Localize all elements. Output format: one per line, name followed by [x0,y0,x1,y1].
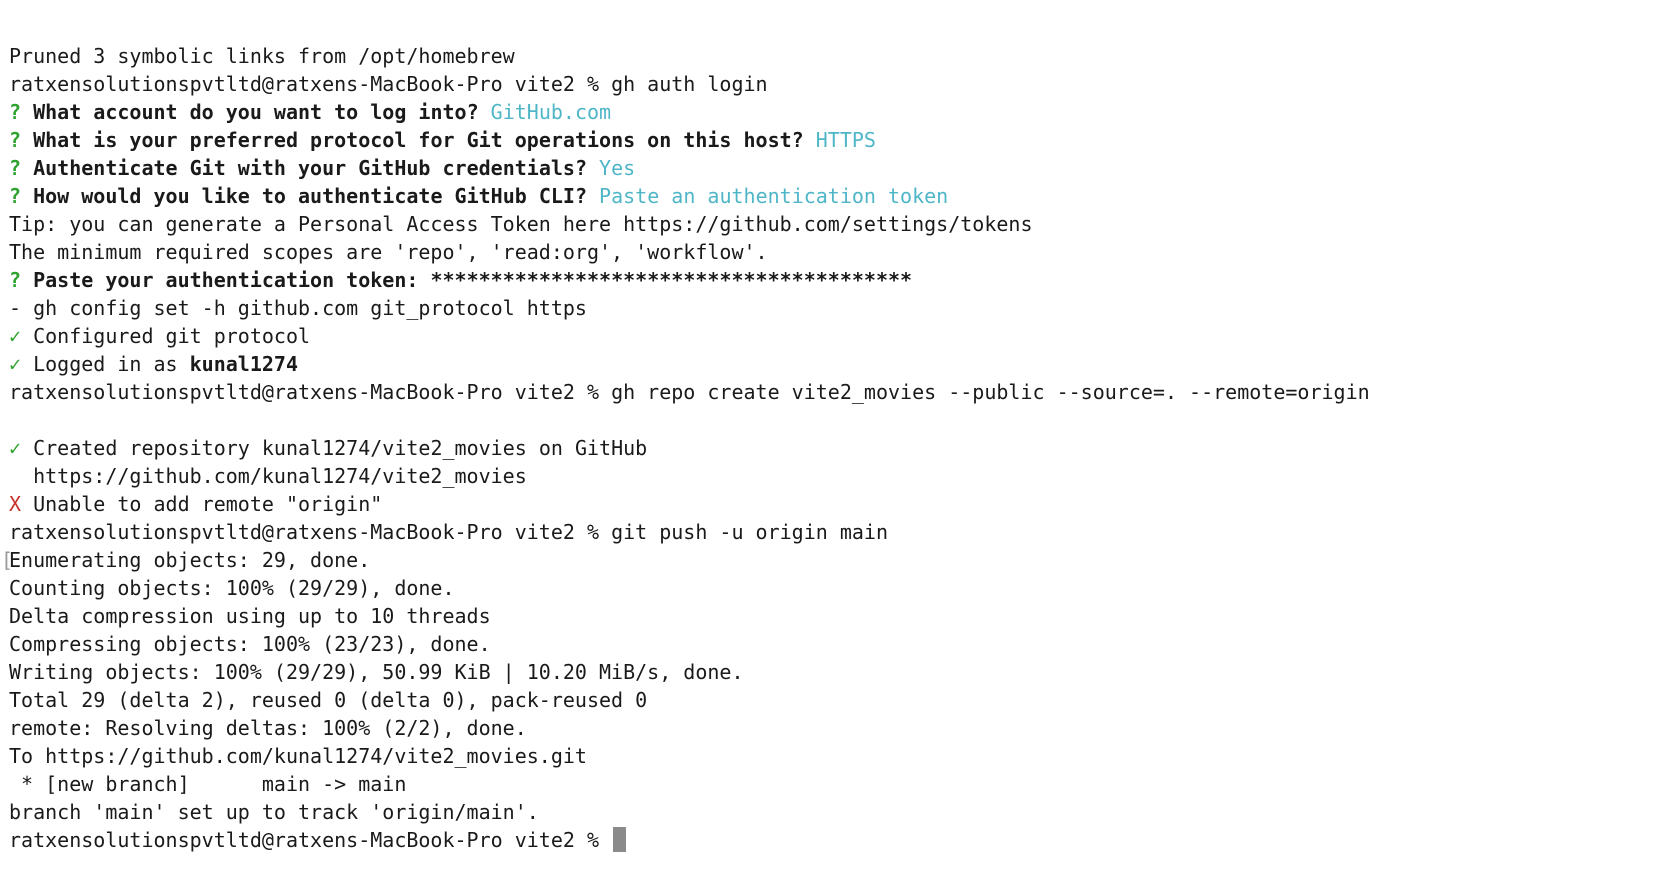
error-x-icon: X [9,492,22,516]
output-text: https://github.com/kunal1274/vite2_movie… [9,464,527,488]
success-line: ✓ Configured git protocol [9,322,1656,350]
error-text: Unable to add remote "origin" [33,492,383,516]
answer-text: GitHub.com [490,100,612,124]
answer-text: Paste an authentication token [599,184,949,208]
command-text: gh auth login [611,72,768,96]
output-line: To https://github.com/kunal1274/vite2_mo… [9,742,1656,770]
answer-text: Yes [599,156,636,180]
question-mark-icon: ? [9,100,22,124]
question-text: How would you like to authenticate GitHu… [33,184,587,208]
shell-prompt: ratxensolutionspvtltd@ratxens-MacBook-Pr… [9,380,612,404]
output-text: To https://github.com/kunal1274/vite2_mo… [9,744,587,768]
answer-text: HTTPS [815,128,876,152]
terminal-window[interactable]: Pruned 3 symbolic links from /opt/homebr… [0,0,1656,852]
prompt-line: ratxensolutionspvtltd@ratxens-MacBook-Pr… [9,518,1656,546]
terminal-output: Pruned 3 symbolic links from /opt/homebr… [1,42,1656,854]
output-text: Delta compression using up to 10 threads [9,604,491,628]
success-text: Logged in as [33,352,190,376]
success-text: Created repository kunal1274/vite2_movie… [33,436,648,460]
output-line: https://github.com/kunal1274/vite2_movie… [9,462,1656,490]
output-line: Total 29 (delta 2), reused 0 (delta 0), … [9,686,1656,714]
output-text: Tip: you can generate a Personal Access … [9,212,1033,236]
output-line: * [new branch] main -> main [9,770,1656,798]
output-line: branch 'main' set up to track 'origin/ma… [9,798,1656,826]
question-text: What is your preferred protocol for Git … [33,128,804,152]
output-text: Compressing objects: 100% (23/23), done. [9,632,491,656]
prompt-line: ratxensolutionspvtltd@ratxens-MacBook-Pr… [9,378,1656,406]
output-text: Enumerating objects: 29, done. [9,548,371,572]
output-text: - gh config set -h github.com git_protoc… [9,296,587,320]
shell-prompt: ratxensolutionspvtltd@ratxens-MacBook-Pr… [9,828,612,852]
success-line: ✓ Created repository kunal1274/vite2_mov… [9,434,1656,462]
output-text: Pruned 3 symbolic links from /opt/homebr… [9,44,515,68]
shell-prompt: ratxensolutionspvtltd@ratxens-MacBook-Pr… [9,72,612,96]
question-mark-icon: ? [9,268,22,292]
output-text: branch 'main' set up to track 'origin/ma… [9,800,539,824]
output-text: * [new branch] main -> main [9,772,407,796]
username-text: kunal1274 [189,352,299,376]
prompt-line: ratxensolutionspvtltd@ratxens-MacBook-Pr… [9,826,1656,854]
question-mark-icon: ? [9,184,22,208]
checkmark-icon: ✓ [9,436,22,460]
command-text: git push -u origin main [611,520,889,544]
answer-text: **************************************** [430,268,913,292]
question-text: Paste your authentication token: [33,268,419,292]
output-line: [Enumerating objects: 29, done. [1,546,1656,574]
output-line: Delta compression using up to 10 threads [9,602,1656,630]
question-mark-icon: ? [9,128,22,152]
shell-prompt: ratxensolutionspvtltd@ratxens-MacBook-Pr… [9,520,612,544]
question-mark-icon: ? [9,156,22,180]
prompt-question-line: ? How would you like to authenticate Git… [9,182,1656,210]
output-text: Counting objects: 100% (29/29), done. [9,576,455,600]
output-line: - gh config set -h github.com git_protoc… [9,294,1656,322]
output-text: Writing objects: 100% (29/29), 50.99 KiB… [9,660,744,684]
output-line: Tip: you can generate a Personal Access … [9,210,1656,238]
question-text: What account do you want to log into? [33,100,479,124]
output-line: The minimum required scopes are 'repo', … [9,238,1656,266]
output-line: Pruned 3 symbolic links from /opt/homebr… [9,42,1656,70]
prompt-question-line: ? What is your preferred protocol for Gi… [9,126,1656,154]
prompt-question-line: ? What account do you want to log into? … [9,98,1656,126]
terminal-cursor[interactable] [613,827,627,852]
mark-bracket-icon: [ [1,548,14,572]
output-line: Counting objects: 100% (29/29), done. [9,574,1656,602]
success-line: ✓ Logged in as kunal1274 [9,350,1656,378]
prompt-question-line: ? Authenticate Git with your GitHub cred… [9,154,1656,182]
output-line: Compressing objects: 100% (23/23), done. [9,630,1656,658]
output-text: remote: Resolving deltas: 100% (2/2), do… [9,716,527,740]
output-text: The minimum required scopes are 'repo', … [9,240,768,264]
output-text: Total 29 (delta 2), reused 0 (delta 0), … [9,688,648,712]
success-text: Configured git protocol [33,324,311,348]
checkmark-icon: ✓ [9,324,22,348]
error-line: X Unable to add remote "origin" [9,490,1656,518]
prompt-question-line: ? Paste your authentication token: *****… [9,266,1656,294]
prompt-line: ratxensolutionspvtltd@ratxens-MacBook-Pr… [9,70,1656,98]
checkmark-icon: ✓ [9,352,22,376]
question-text: Authenticate Git with your GitHub creden… [33,156,587,180]
command-text: gh repo create vite2_movies --public --s… [611,380,1370,404]
output-line: Writing objects: 100% (29/29), 50.99 KiB… [9,658,1656,686]
output-line: remote: Resolving deltas: 100% (2/2), do… [9,714,1656,742]
